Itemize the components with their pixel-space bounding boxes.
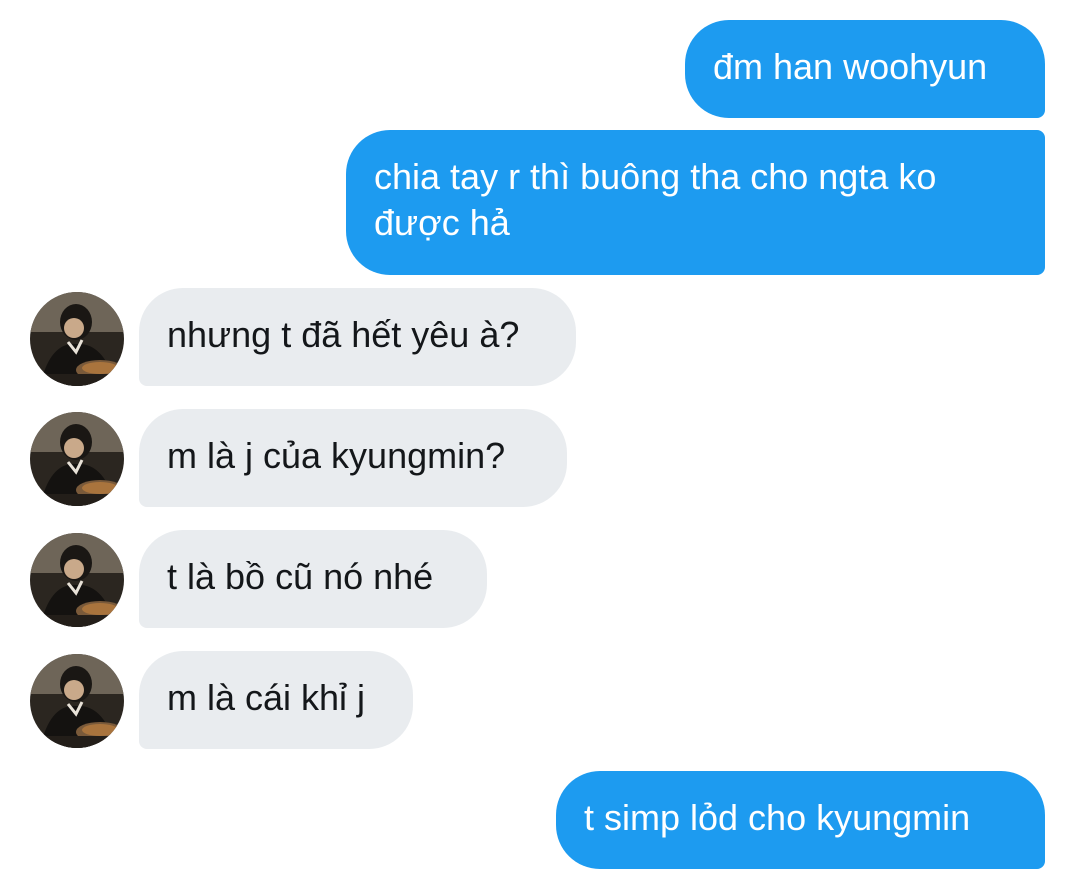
user-photo-avatar-icon [30,533,124,627]
user-photo-avatar-icon [30,292,124,386]
message-text: m là j của kyungmin? [167,435,506,476]
message-bubble-outgoing[interactable]: t simp lỏd cho kyungmin [556,771,1045,869]
message-thread: đm han woohyun chia tay r thì buông tha … [0,0,1077,889]
message-text: chia tay r thì buông tha cho ngta ko đượ… [374,156,937,243]
user-photo-avatar-icon [30,412,124,506]
message-bubble-outgoing[interactable]: đm han woohyun [685,20,1045,118]
message-bubble-incoming[interactable]: nhưng t đã hết yêu à? [139,288,576,386]
message-bubble-incoming[interactable]: t là bồ cũ nó nhé [139,530,487,628]
contact-avatar[interactable] [30,412,124,506]
message-text: t là bồ cũ nó nhé [167,556,434,597]
message-bubble-outgoing[interactable]: chia tay r thì buông tha cho ngta ko đượ… [346,130,1045,275]
user-photo-avatar-icon [30,654,124,748]
message-text: nhưng t đã hết yêu à? [167,314,520,355]
contact-avatar[interactable] [30,654,124,748]
message-text: t simp lỏd cho kyungmin [584,797,971,838]
message-bubble-incoming[interactable]: m là j của kyungmin? [139,409,567,507]
contact-avatar[interactable] [30,292,124,386]
message-bubble-incoming[interactable]: m là cái khỉ j [139,651,413,749]
message-text: đm han woohyun [713,46,988,87]
message-text: m là cái khỉ j [167,677,366,718]
contact-avatar[interactable] [30,533,124,627]
